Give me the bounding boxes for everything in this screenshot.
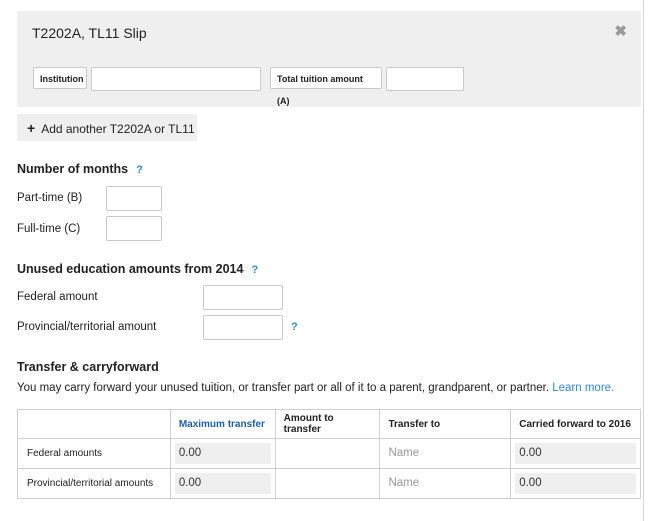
column-header-empty	[17, 409, 171, 439]
transfer-table: Maximum transfer Amount to transfer Tran…	[17, 409, 641, 499]
federal-amount-input[interactable]	[203, 285, 283, 310]
plus-icon: +	[27, 119, 36, 136]
amount-to-transfer-value[interactable]	[280, 443, 376, 464]
unused-heading: Unused education amounts from 2014?	[17, 262, 258, 276]
max-transfer-cell: 0.00	[169, 468, 276, 499]
full-time-label: Full-time (C)	[17, 223, 81, 235]
table-row: Federal amounts 0.00 Name 0.00	[17, 438, 641, 469]
institution-input[interactable]	[91, 67, 261, 91]
max-transfer-value: 0.00	[174, 443, 271, 464]
tuition-label: Total tuition amount (A)	[270, 67, 382, 106]
row-label: Provincial/territorial amounts	[17, 468, 171, 499]
months-heading: Number of months?	[17, 162, 143, 176]
carried-forward-cell: 0.00	[510, 468, 641, 499]
amount-to-transfer-cell[interactable]	[274, 468, 381, 499]
slip-title: T2202A, TL11 Slip	[32, 25, 147, 41]
carried-forward-value: 0.00	[515, 443, 636, 464]
transfer-to-cell[interactable]: Name	[379, 438, 512, 469]
amount-to-transfer-value[interactable]	[280, 473, 376, 494]
tuition-input[interactable]	[386, 67, 464, 91]
transfer-description: You may carry forward your unused tuitio…	[17, 382, 614, 394]
max-transfer-cell: 0.00	[169, 438, 276, 469]
carried-forward-value: 0.00	[515, 473, 636, 494]
provincial-amount-label: Provincial/territorial amount	[17, 321, 157, 333]
transfer-to-value[interactable]: Name	[384, 443, 506, 464]
table-header-row: Maximum transfer Amount to transfer Tran…	[17, 409, 641, 439]
carried-forward-cell: 0.00	[510, 438, 641, 469]
learn-more-link[interactable]: Learn more.	[552, 382, 614, 394]
max-transfer-value: 0.00	[174, 473, 271, 494]
amount-to-transfer-cell[interactable]	[274, 438, 381, 469]
months-help-icon[interactable]: ?	[136, 164, 143, 176]
provincial-amount-input[interactable]	[203, 315, 283, 340]
column-header-carried: Carried forward to 2016	[510, 409, 641, 439]
institution-label: Institution	[33, 67, 87, 89]
full-time-input[interactable]	[106, 216, 162, 241]
slip-panel: T2202A, TL11 Slip ✖ Institution Total tu…	[17, 11, 641, 107]
transfer-heading: Transfer & carryforward	[17, 360, 159, 374]
months-heading-text: Number of months	[17, 162, 129, 176]
part-time-input[interactable]	[106, 186, 162, 211]
transfer-to-value[interactable]: Name	[384, 473, 506, 494]
row-label: Federal amounts	[17, 438, 171, 469]
table-row: Provincial/territorial amounts 0.00 Name…	[17, 468, 641, 499]
column-header-amount: Amount to transfer	[274, 409, 381, 439]
transfer-description-text: You may carry forward your unused tuitio…	[17, 382, 553, 394]
part-time-label: Part-time (B)	[17, 192, 83, 204]
column-header-transfer-to: Transfer to	[379, 409, 512, 439]
add-slip-button[interactable]: + Add another T2202A or TL11	[17, 114, 197, 141]
unused-heading-text: Unused education amounts from 2014	[17, 262, 244, 276]
provincial-help-icon[interactable]: ?	[291, 321, 298, 333]
close-icon[interactable]: ✖	[614, 22, 627, 40]
transfer-to-cell[interactable]: Name	[379, 468, 512, 499]
add-slip-label: Add another T2202A or TL11	[41, 121, 195, 136]
unused-help-icon[interactable]: ?	[251, 264, 258, 276]
column-header-max-transfer: Maximum transfer	[169, 409, 276, 439]
federal-amount-label: Federal amount	[17, 291, 98, 303]
